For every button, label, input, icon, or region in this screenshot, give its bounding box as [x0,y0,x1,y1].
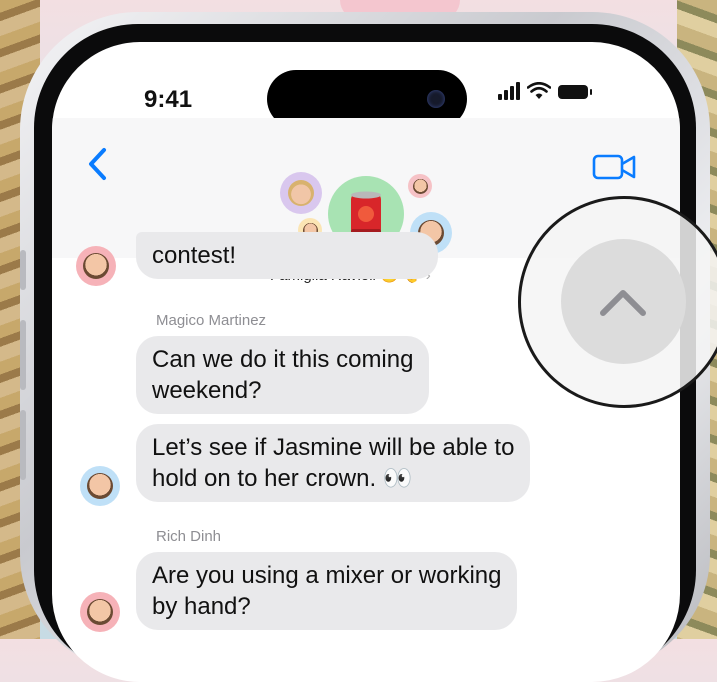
status-time: 9:41 [144,86,193,113]
chevron-up-icon [600,290,646,316]
message-text-line: by hand? [152,593,251,620]
sender-name: Magico Martinez [156,312,267,329]
message-bubble[interactable]: Let’s see if Jasmine will be able to hol… [136,424,531,502]
status-icons [498,80,592,100]
message-text-line: Are you using a mixer or working [152,562,502,589]
volume-up-button [20,320,26,390]
sender-avatar[interactable] [80,466,120,506]
chevron-left-icon[interactable] [82,144,112,184]
message-text-line: Let’s see if Jasmine will be able to [152,434,515,461]
message-bubble[interactable]: Can we do it this coming weekend? [136,336,430,414]
mute-switch [20,250,26,290]
message-text-line: weekend? [152,377,262,404]
message-bubble[interactable]: Are you using a mixer or working by hand… [136,552,518,630]
battery-icon [558,85,592,99]
message-text-line: hold on to her crown. 👀 [152,465,413,492]
magnifier-callout [518,196,717,408]
member-avatar [408,174,432,198]
message-text: contest! [152,242,237,269]
message-text-line: Can we do it this coming [152,346,414,373]
scroll-up-button[interactable] [561,239,686,364]
message-bubble[interactable]: contest! [136,232,438,279]
volume-down-button [20,410,26,480]
wifi-icon [527,82,551,99]
signal-icon [498,82,520,100]
sender-name: Rich Dinh [156,528,222,545]
sender-avatar[interactable] [76,246,116,286]
sender-avatar[interactable] [80,592,120,632]
member-avatar [280,172,322,214]
tomato-can-icon [351,191,381,234]
front-camera [427,90,445,108]
video-camera-icon[interactable] [592,152,638,182]
